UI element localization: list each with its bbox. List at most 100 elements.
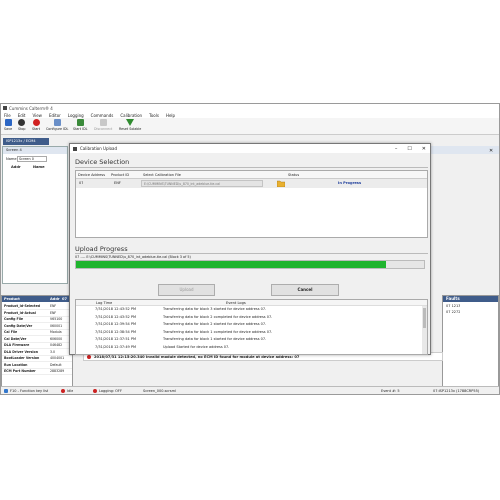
product-row-key: Config File [4, 317, 24, 321]
calibration-upload-dialog: Calibration Upload – ☐ ✕ Device Selectio… [69, 143, 431, 355]
log-row[interactable]: 7/31/2018 12:39:54 PM Transferring data f… [76, 321, 421, 328]
product-row-key: Cal Date/Ver [4, 336, 27, 341]
product-row-value: 4004001 [50, 356, 65, 360]
minimize-icon[interactable]: – [395, 146, 398, 152]
product-row-key: Product_Id-Actual [4, 310, 36, 315]
status-device: 07:ISP1213x (1788CRP55) [433, 389, 480, 393]
status-event-count: Event #: 5 [381, 389, 400, 393]
device-selection-heading: Device Selection [75, 158, 130, 166]
product-id: ENF [114, 181, 121, 185]
log-event: Transferring data for block 3 started fo… [163, 307, 267, 311]
product-row-key: Config Date/Ver [4, 323, 33, 328]
menu-file[interactable]: File [4, 113, 11, 118]
record-icon [32, 119, 40, 126]
app-title: Cummins Calterm® 4 [9, 105, 53, 111]
product-row-key: DLA Driver Version [4, 349, 38, 354]
log-time: 7/31/2018 12:43:52 PM [95, 307, 137, 311]
product-row[interactable]: ECM Part Number 2883289 [2, 368, 72, 375]
addr-header-label: Addr [50, 297, 60, 301]
screen-name-field[interactable]: Screen 0 [17, 156, 47, 162]
upload-progress-heading: Upload Progress [75, 245, 128, 253]
disconnect-button[interactable]: Disconnect [94, 119, 112, 131]
save-icon [4, 119, 12, 126]
menu-edit[interactable]: Edit [18, 113, 26, 118]
reset-arrow-icon [126, 119, 135, 126]
status-help: F10 - Function key list [10, 389, 49, 393]
menu-editor[interactable]: Editor [49, 113, 61, 118]
product-panel: Product Addr 07 Product_Id-Selected ENF Pr… [1, 295, 73, 387]
close-icon[interactable]: ✕ [422, 146, 426, 152]
log-event: Upload Started for device address 07. [163, 344, 230, 349]
product-row-key: BootLoader Version [4, 356, 40, 360]
faults-panel: Faults 07 1213 07 2272 [442, 295, 499, 387]
menu-tools[interactable]: Tools [149, 113, 159, 118]
name-column-header: Name [33, 165, 45, 169]
menu-logging[interactable]: Logging [68, 113, 84, 118]
menu-calibration[interactable]: Calibration [120, 113, 142, 118]
log-scrollbar[interactable] [422, 306, 427, 354]
log-row[interactable]: 7/31/2018 12:43:52 PM Transferring data f… [76, 306, 421, 313]
col-calibration-file: Select Calibration File [143, 173, 181, 177]
log-time: 7/31/2018 12:38:54 PM [95, 329, 137, 334]
dialog-app-icon [73, 146, 77, 151]
fault-item[interactable]: 07 1213 [446, 304, 460, 308]
log-event: Transferring data for block 2 completed … [163, 314, 273, 319]
product-row-key: Run Location [4, 362, 28, 367]
configure-icon [53, 119, 61, 126]
status-logging: Logging: OFF [99, 389, 122, 393]
maximize-icon[interactable]: ☐ [407, 146, 411, 152]
menu-help[interactable]: Help [166, 113, 175, 118]
status-bar: F10 - Function key list Idle Logging: OF… [1, 386, 499, 394]
log-row[interactable]: 7/31/2018 12:37:49 PM Upload Started for … [76, 344, 421, 351]
event-log-table: Log Time Event Logs 7/31/2018 12:43:52 P… [75, 299, 428, 355]
start-idl-button[interactable]: Start IDL [73, 119, 87, 131]
menu-view[interactable]: View [32, 113, 42, 118]
product-row-key: Cal File [4, 330, 18, 334]
section-divider [75, 167, 428, 168]
start-button[interactable]: Start [32, 119, 40, 131]
save-button[interactable]: Save [4, 119, 12, 131]
log-row[interactable]: 7/31/2018 12:37:51 PM Transferring data f… [76, 336, 421, 343]
fault-item[interactable]: 07 2272 [446, 310, 460, 314]
log-row[interactable]: 7/31/2018 12:43:52 PM Transferring data f… [76, 314, 421, 321]
upload-button[interactable]: Upload [158, 284, 215, 296]
close-icon[interactable]: ✕ [489, 148, 493, 154]
product-row-key: DLA Firmware [4, 343, 30, 347]
app-title-bar: Cummins Calterm® 4 [1, 104, 499, 112]
status-idle: Idle [67, 389, 74, 393]
cancel-button[interactable]: Cancel [271, 284, 339, 296]
app-icon [3, 106, 7, 110]
configure-idl-button[interactable]: Configure IDL [46, 119, 68, 131]
log-event: Transferring data for block 2 started fo… [163, 322, 267, 326]
stop-icon [18, 119, 26, 126]
col-product-id: Product ID [111, 173, 130, 177]
dialog-title: Calibration Upload [80, 146, 118, 151]
device-table: Device Address Product ID Select Calibra… [75, 170, 428, 238]
error-icon [87, 355, 91, 359]
reset-solable-button[interactable]: Reset Solable [119, 119, 141, 131]
help-icon [4, 389, 8, 393]
device-address: 07 [79, 181, 84, 185]
log-time: 7/31/2018 12:39:54 PM [95, 322, 137, 326]
menu-commands[interactable]: Commands [91, 113, 114, 118]
calibration-file-field[interactable]: E:\CUMMINS\TUNNED\u_870_int_adeblue-tie.… [141, 180, 263, 187]
product-panel-header: Product Addr 07 [2, 296, 72, 302]
stop-button[interactable]: Stop [18, 119, 26, 131]
log-scroll-thumb[interactable] [423, 308, 426, 328]
device-row[interactable]: 07 ENF E:\CUMMINS\TUNNED\u_870_int_adebl… [76, 179, 427, 188]
screen-tab[interactable]: Screen 4 [6, 148, 22, 152]
toolbar: Save Stop Start Configure IDL Start IDL … [1, 118, 499, 135]
log-time: 7/31/2018 12:37:49 PM [95, 344, 137, 349]
connection-tab[interactable]: ISP1213x / ECM4 [3, 138, 49, 145]
log-time: 7/31/2018 12:37:51 PM [95, 337, 137, 341]
logging-status-icon [93, 389, 97, 393]
log-row[interactable]: 7/31/2018 12:38:54 PM Transferring data f… [76, 329, 421, 336]
screen-panel: Screen 4 Name Screen 0 Addr Name [2, 146, 68, 284]
upload-progress-bar [75, 260, 425, 269]
folder-browse-icon[interactable] [277, 180, 285, 187]
device-table-header: Device Address Product ID Select Calibra… [76, 171, 427, 179]
idle-status-icon [61, 389, 65, 393]
col-device-address: Device Address [78, 173, 106, 177]
upload-status: In Progress [338, 181, 362, 185]
product-header-label: Product [4, 297, 20, 301]
